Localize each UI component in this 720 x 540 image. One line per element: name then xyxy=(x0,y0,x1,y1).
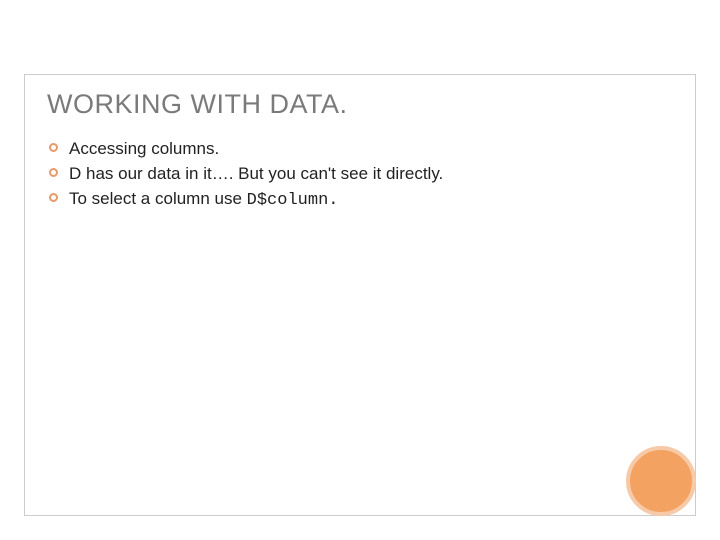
bullet-list: Accessing columns. D has our data in it…… xyxy=(47,138,673,213)
list-item: Accessing columns. xyxy=(47,138,673,161)
slide-title: WORKING WITH DATA. xyxy=(47,89,673,120)
accent-circle-icon xyxy=(626,446,696,516)
list-item: To select a column use D$column. xyxy=(47,188,673,213)
bullet-text: D has our data in it…. But you can't see… xyxy=(69,164,443,183)
list-item: D has our data in it…. But you can't see… xyxy=(47,163,673,186)
content-frame: WORKING WITH DATA. Accessing columns. D … xyxy=(24,74,696,516)
bullet-text: Accessing columns. xyxy=(69,139,219,158)
code-snippet: D$column. xyxy=(247,191,339,210)
bullet-text: To select a column use xyxy=(69,189,247,208)
slide: WORKING WITH DATA. Accessing columns. D … xyxy=(0,0,720,540)
